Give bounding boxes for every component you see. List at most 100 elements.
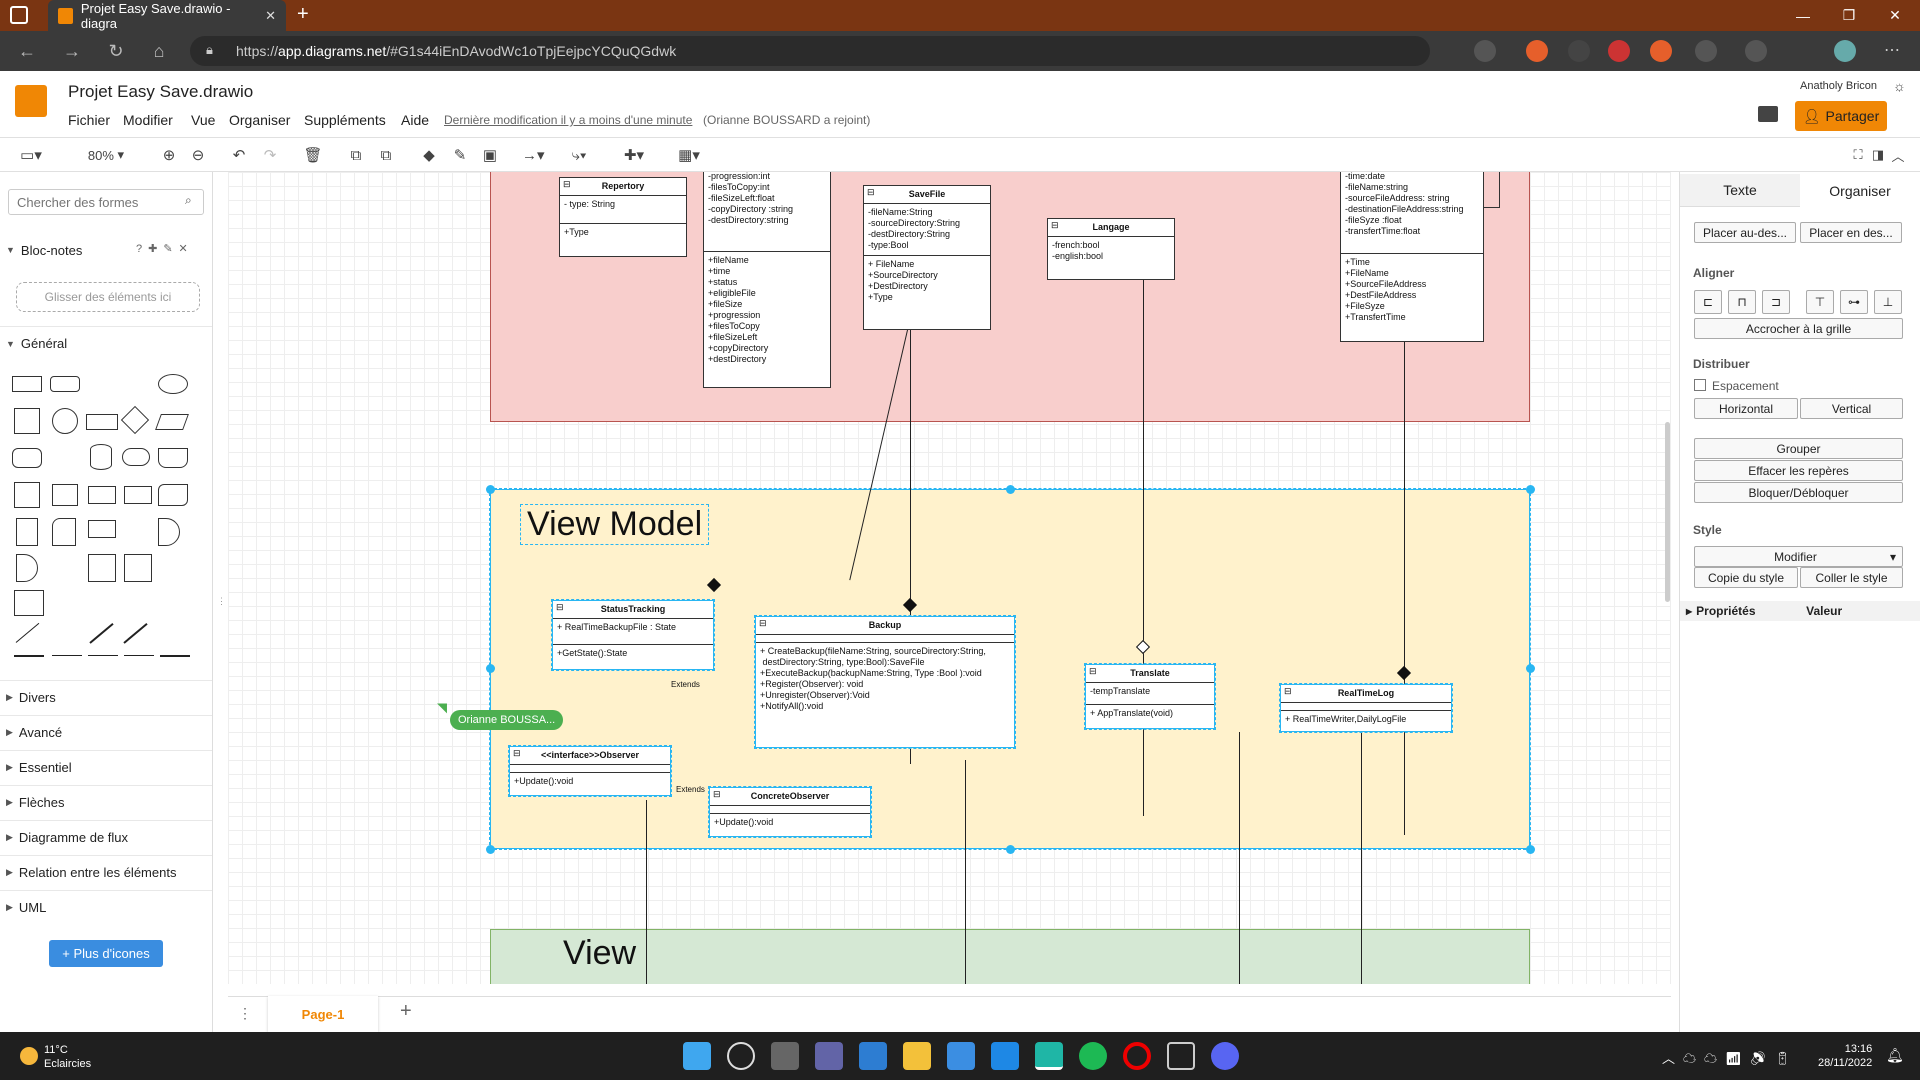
home-icon[interactable]: ⌂ (147, 39, 171, 63)
restore-icon[interactable]: ❐ (1826, 0, 1872, 31)
general-section-header[interactable]: ▼ Général (0, 326, 212, 360)
to-back-button[interactable]: Placer en des... (1800, 222, 1902, 243)
back-icon[interactable]: ← (15, 39, 39, 63)
class-backup[interactable]: Backup + CreateBackup(fileName:String, s… (754, 615, 1016, 749)
spacing-checkbox[interactable] (1694, 379, 1706, 391)
fullscreen-icon[interactable]: ⛶ (1847, 143, 1869, 167)
connector-shape[interactable] (160, 655, 190, 657)
align-center-icon[interactable]: ⊓ (1728, 290, 1756, 314)
document-shape[interactable] (158, 448, 188, 468)
list-shape[interactable] (14, 590, 44, 616)
class-state[interactable]: -progression:int -filesToCopy:int -fileS… (703, 172, 831, 388)
dashed-arrow-shape[interactable] (88, 655, 118, 656)
comments-icon[interactable] (1758, 106, 1778, 122)
group-button[interactable]: Grouper (1694, 438, 1903, 459)
cube-app-icon[interactable] (1167, 1042, 1195, 1070)
minimize-icon[interactable]: — (1780, 0, 1826, 31)
theme-icon[interactable]: ☼ (1893, 78, 1906, 94)
pages-menu-icon[interactable]: ⋮ (238, 1005, 252, 1022)
panel-resize-handle[interactable]: ⋮ (217, 596, 226, 607)
resize-handle[interactable] (1526, 845, 1535, 854)
align-top-icon[interactable]: ⊤ (1806, 290, 1834, 314)
ellipse-shape[interactable] (158, 374, 188, 394)
system-tray-icons[interactable]: ︿☁☁📶︎🔊︎🔋︎ (1662, 1048, 1799, 1067)
zoom-out-icon[interactable]: ⊖ (187, 143, 209, 167)
to-front-button[interactable]: Placer au-des... (1694, 222, 1796, 243)
forward-icon[interactable]: → (60, 39, 84, 63)
align-right-icon[interactable]: ⊐ (1762, 290, 1790, 314)
notification-icon[interactable]: 🔔︎ (1886, 1047, 1904, 1064)
dotted-arrow-shape[interactable] (124, 655, 154, 656)
rectangle-shape[interactable] (12, 376, 42, 392)
section-basic[interactable]: ▶ Essentiel (0, 750, 212, 784)
fill-color-icon[interactable]: ◆ (418, 143, 440, 167)
favorites-icon[interactable] (1745, 40, 1767, 62)
arrow-shape[interactable] (89, 622, 114, 644)
file-explorer-icon[interactable] (903, 1042, 931, 1070)
parallelogram-shape[interactable] (155, 414, 189, 430)
extension-icon[interactable] (1608, 40, 1630, 62)
menu-edit[interactable]: Modifier (123, 112, 173, 128)
class-realtimelog[interactable]: RealTimeLog + RealTimeWriter,DailyLogFil… (1279, 683, 1453, 733)
align-bottom-icon[interactable]: ⊥ (1874, 290, 1902, 314)
callout-shape[interactable] (88, 520, 116, 538)
resize-handle[interactable] (1006, 485, 1015, 494)
extends-label[interactable]: Extends (676, 785, 705, 794)
class-translate[interactable]: Translate -tempTranslate + AppTranslate(… (1084, 663, 1216, 730)
resize-handle[interactable] (486, 485, 495, 494)
more-menu-icon[interactable]: ⋯ (1884, 40, 1900, 60)
document-title[interactable]: Projet Easy Save.drawio (68, 82, 253, 102)
section-advanced[interactable]: ▶ Avancé (0, 715, 212, 749)
start-icon[interactable] (683, 1042, 711, 1070)
discord-icon[interactable] (1211, 1042, 1239, 1070)
copy-style-button[interactable]: Copie du style (1694, 567, 1798, 588)
address-bar[interactable]: 🔒︎ https://app.diagrams.net/#G1s44iEnDAv… (190, 36, 1430, 66)
teams-icon[interactable] (815, 1042, 843, 1070)
zoom-select[interactable]: 80% ▾ (78, 143, 134, 167)
clock[interactable]: 13:16 28/11/2022 (1818, 1042, 1872, 1070)
browser-tab[interactable]: Projet Easy Save.drawio - diagra ✕ (48, 0, 286, 31)
section-uml[interactable]: ▶ UML (0, 890, 212, 924)
card-shape[interactable] (52, 518, 76, 546)
task-view-icon[interactable] (771, 1042, 799, 1070)
cloud-shape[interactable] (122, 448, 150, 466)
resize-handle[interactable] (486, 664, 495, 673)
more-shapes-button[interactable]: + Plus d'icones (49, 940, 163, 967)
close-tab-icon[interactable]: ✕ (265, 8, 276, 24)
widgets-icon[interactable] (859, 1042, 887, 1070)
lock-unlock-button[interactable]: Bloquer/Débloquer (1694, 482, 1903, 503)
weather-widget[interactable]: 11°C Eclaircies (20, 1043, 91, 1071)
connector-line[interactable] (1143, 280, 1144, 816)
cylinder-shape[interactable] (90, 444, 112, 470)
dashed-line-shape[interactable] (52, 655, 82, 656)
new-tab-icon[interactable]: + (297, 3, 309, 26)
notepad-actions-icon[interactable]: ?✚✎✕ (136, 242, 194, 255)
insert-icon[interactable]: ✚▾ (623, 143, 645, 167)
extension-icon[interactable] (1526, 40, 1548, 62)
page-tab-1[interactable]: Page-1 (268, 996, 378, 1032)
tab-text[interactable]: Texte (1680, 174, 1800, 207)
bidirectional-arrow-shape[interactable] (123, 622, 148, 644)
tape-shape[interactable] (158, 484, 188, 506)
reload-icon[interactable]: ↻ (104, 39, 128, 63)
resize-handle[interactable] (1006, 845, 1015, 854)
connector-line[interactable] (646, 800, 647, 984)
search-icon[interactable]: ⌕ (185, 193, 192, 208)
process-shape[interactable] (86, 414, 118, 430)
share-button[interactable]: 👤︎ Partager (1795, 101, 1887, 131)
note-shape[interactable] (16, 518, 38, 546)
style-select[interactable]: Modifier ▾ (1694, 546, 1903, 567)
align-middle-icon[interactable]: ⊶ (1840, 290, 1868, 314)
paste-style-button[interactable]: Coller le style (1800, 567, 1903, 588)
zoom-in-icon[interactable]: ⊕ (158, 143, 180, 167)
frame-shape[interactable] (124, 554, 152, 582)
cube-shape[interactable] (52, 484, 78, 506)
shadow-icon[interactable]: ▣ (479, 143, 501, 167)
container-shape[interactable] (88, 554, 116, 582)
notepad-dropzone[interactable]: Glisser des éléments ici (16, 282, 200, 312)
hexagon-shape[interactable] (12, 448, 42, 468)
distribute-vertical-button[interactable]: Vertical (1800, 398, 1903, 419)
format-toggle-icon[interactable]: ◨ (1867, 143, 1889, 167)
thick-line-shape[interactable] (14, 655, 44, 657)
puzzle-icon[interactable] (1695, 40, 1717, 62)
